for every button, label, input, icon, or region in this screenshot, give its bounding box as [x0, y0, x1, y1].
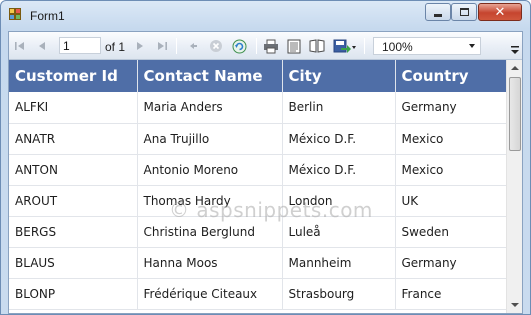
export-icon[interactable]	[332, 38, 358, 54]
print-icon[interactable]	[262, 38, 280, 54]
last-page-icon[interactable]	[155, 38, 169, 54]
city-cell: London	[282, 185, 396, 217]
scroll-up-icon	[511, 66, 519, 70]
contact-name-cell: Christina Berglund	[137, 216, 283, 248]
minimize-button[interactable]	[425, 3, 451, 21]
title-bar[interactable]: Form1 ✕	[1, 1, 530, 31]
toolbar-separator	[364, 38, 365, 54]
country-cell: UK	[395, 185, 506, 217]
customer-id-cell: ANATR	[9, 123, 138, 155]
contact-name-cell: Thomas Hardy	[137, 185, 283, 217]
scroll-down-icon	[511, 303, 519, 307]
column-header-customer-id: Customer Id	[9, 60, 138, 92]
first-page-icon[interactable]	[13, 38, 27, 54]
contact-name-cell: Maria Anders	[137, 92, 283, 124]
city-cell: Luleå	[282, 216, 396, 248]
customer-id-cell: BLAUS	[9, 247, 138, 279]
city-cell: México D.F.	[282, 123, 396, 155]
form-window: Form1 ✕ of 1	[0, 0, 531, 315]
customer-id-cell: BERGS	[9, 216, 138, 248]
city-cell: Berlin	[282, 92, 396, 124]
previous-page-icon[interactable]	[35, 38, 49, 54]
contact-name-cell: Antonio Moreno	[137, 154, 283, 186]
customer-id-cell: BLONP	[9, 278, 138, 310]
customers-table: Customer Id Contact Name City Country AL…	[9, 60, 506, 310]
minimize-icon	[434, 13, 442, 17]
window-title: Form1	[30, 9, 65, 23]
refresh-icon[interactable]	[231, 38, 247, 54]
country-cell: Germany	[395, 247, 506, 279]
table-row: BERGS Christina Berglund Luleå Sweden	[9, 216, 506, 248]
contact-name-cell: Ana Trujillo	[137, 123, 283, 155]
maximize-button[interactable]	[451, 3, 477, 21]
report-body: Customer Id Contact Name City Country AL…	[9, 60, 506, 313]
contact-name-cell: Frédérique Citeaux	[137, 278, 283, 310]
customer-id-cell: ALFKI	[9, 92, 138, 124]
zoom-value: 100%	[382, 40, 413, 54]
maximize-icon	[459, 8, 469, 16]
city-cell: Mannheim	[282, 247, 396, 279]
scroll-down-button[interactable]	[507, 297, 523, 313]
country-cell: Mexico	[395, 154, 506, 186]
column-header-city: City	[282, 60, 396, 92]
toolbar-separator	[176, 38, 177, 54]
print-layout-icon[interactable]	[285, 38, 303, 54]
table-row: ANATR Ana Trujillo México D.F. Mexico	[9, 123, 506, 155]
table-row: BLONP Frédérique Citeaux Strasbourg Fran…	[9, 278, 506, 310]
scroll-thumb[interactable]	[509, 77, 521, 151]
column-header-contact-name: Contact Name	[137, 60, 283, 92]
current-page-input[interactable]	[59, 37, 101, 54]
table-row: ALFKI Maria Anders Berlin Germany	[9, 92, 506, 124]
close-icon: ✕	[494, 4, 506, 20]
table-row: AROUT Thomas Hardy London UK	[9, 185, 506, 217]
next-page-icon[interactable]	[133, 38, 147, 54]
zoom-dropdown-icon[interactable]	[469, 44, 475, 48]
page-setup-icon[interactable]	[308, 38, 326, 54]
vertical-scrollbar[interactable]	[506, 60, 522, 313]
table-header-row: Customer Id Contact Name City Country	[9, 60, 506, 92]
country-cell: Mexico	[395, 123, 506, 155]
back-icon[interactable]	[186, 38, 200, 54]
country-cell: Germany	[395, 92, 506, 124]
stop-icon[interactable]	[208, 38, 224, 54]
report-viewer: of 1	[8, 31, 523, 314]
table-row: BLAUS Hanna Moos Mannheim Germany	[9, 247, 506, 279]
city-cell: Strasbourg	[282, 278, 396, 310]
app-icon[interactable]	[9, 8, 23, 22]
toolbar-overflow-button[interactable]	[510, 44, 520, 56]
table-row: ANTON Antonio Moreno México D.F. Mexico	[9, 154, 506, 186]
customer-id-cell: ANTON	[9, 154, 138, 186]
toolbar-separator	[256, 38, 257, 54]
close-button[interactable]: ✕	[478, 3, 522, 21]
report-toolbar: of 1	[9, 32, 522, 60]
city-cell: México D.F.	[282, 154, 396, 186]
country-cell: Sweden	[395, 216, 506, 248]
column-header-country: Country	[395, 60, 506, 92]
customer-id-cell: AROUT	[9, 185, 138, 217]
scroll-up-button[interactable]	[507, 60, 523, 76]
contact-name-cell: Hanna Moos	[137, 247, 283, 279]
zoom-dropdown[interactable]: 100%	[373, 37, 481, 55]
page-count-label: of 1	[105, 40, 126, 54]
country-cell: France	[395, 278, 506, 310]
